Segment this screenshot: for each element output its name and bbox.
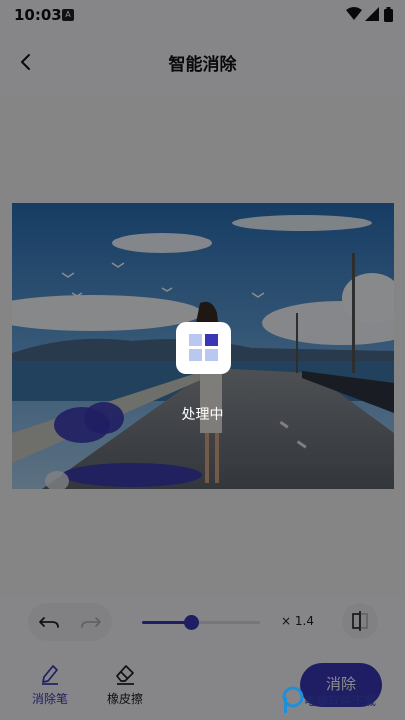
watermark: 电脑软件下载 (282, 684, 405, 720)
processing-card (176, 322, 231, 374)
watermark-text: 电脑软件下载 (304, 694, 377, 708)
processing-text: 处理中 (181, 407, 224, 423)
grid-squares-icon (189, 334, 218, 361)
watermark-logo-icon (282, 686, 304, 713)
processing-overlay: 处理中 (0, 0, 405, 720)
